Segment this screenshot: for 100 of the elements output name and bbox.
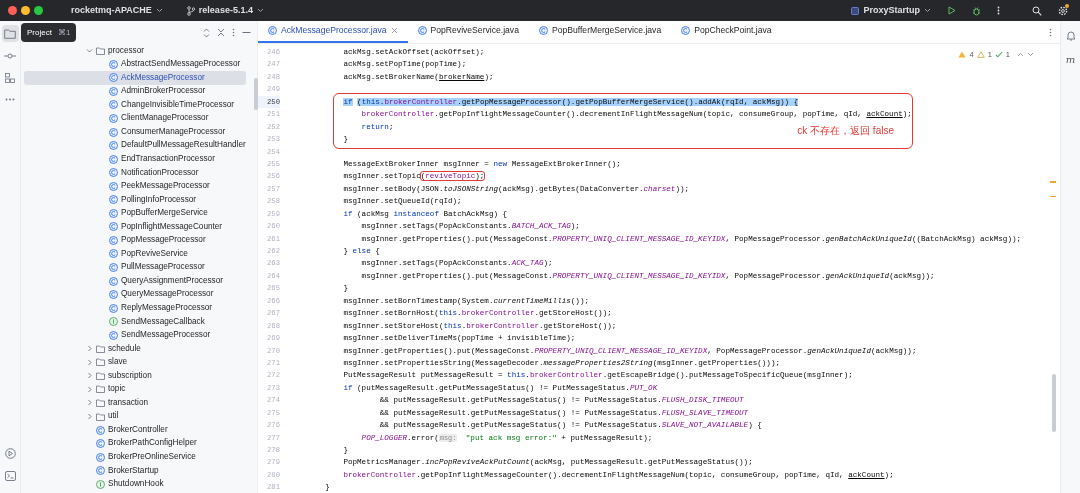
class-icon [268,26,277,35]
tree-item[interactable]: ReplyMessageProcessor [24,301,246,315]
class-icon [109,195,118,205]
branch-selector[interactable]: release-5.1.4 [182,1,268,20]
folder-icon [96,46,105,55]
class-icon [109,73,118,83]
tree-item[interactable]: BrokerPathConfigHelper [24,436,246,451]
class-icon [109,263,118,272]
chevron-down-icon [256,8,264,13]
collapse-all-icon[interactable] [217,28,225,37]
class-icon [96,452,105,462]
tree-item[interactable]: subscription [24,369,246,383]
tree-item[interactable]: SendMessageProcessor [24,328,246,343]
class-icon [109,141,118,151]
class-icon [681,26,691,35]
notification-dot [1065,3,1069,8]
class-icon [109,235,118,245]
class-icon [109,154,118,164]
tree-item[interactable]: QueryMessageProcessor [24,287,246,302]
tree-item[interactable]: PopInflightMessageCounter [24,220,246,234]
tree-item[interactable]: processor [24,44,246,58]
warning-marker[interactable] [1050,181,1056,183]
tree-item[interactable]: EndTransactionProcessor [24,152,246,166]
more-icon [5,98,15,101]
tool-window-button[interactable] [1,25,19,42]
search-icon [1032,5,1042,16]
tree-item[interactable]: PollingInfoProcessor [24,193,246,207]
editor-tab[interactable]: PopCheckPoint.java [671,20,782,43]
tooltip-label: Project [27,26,52,39]
chevron-right-icon[interactable] [86,358,93,366]
settings-icon [1058,5,1068,16]
class-icon [109,208,118,218]
class-icon [96,466,105,476]
class-icon [109,114,118,123]
class-icon [96,425,105,435]
window-icon [851,6,860,15]
class-icon [96,439,105,449]
class-icon [109,276,118,286]
chevron-down-icon[interactable] [1027,52,1034,58]
plugin-button[interactable]: m [1062,51,1079,68]
close-button[interactable] [8,6,17,15]
tree-item[interactable]: ClientManageProcessor [24,111,246,126]
structure-icon [5,72,15,83]
tree-item[interactable]: slave [24,355,246,370]
editor-tab[interactable]: PopReviveService.java [407,20,529,43]
tree-item[interactable]: topic [24,382,246,397]
editor-tab[interactable]: PopBufferMergeService.java [528,20,672,43]
tree-item[interactable]: PeekMessageProcessor [24,179,246,193]
tree-item[interactable]: BrokerPreOnlineService [24,450,246,464]
annotation-note: ck 不存在，返回 false [797,124,894,138]
weak-warning-icon [976,51,985,59]
tree-item[interactable]: QueryAssignmentProcessor [24,274,246,288]
bug-icon [972,5,981,16]
zoom-button[interactable] [34,6,43,15]
project-selector[interactable]: rocketmq-APACHE [67,1,167,20]
tree-item[interactable]: ShutdownHook [24,477,246,492]
tree-item[interactable]: schedule [24,342,246,356]
minimize-button[interactable] [21,6,30,15]
class-icon [109,290,118,300]
tree-item[interactable]: BrokerStartup [24,463,246,478]
scrollbar-thumb[interactable] [253,78,258,110]
tree-item[interactable]: DefaultPullMessageResultHandler [24,138,246,153]
tree-item[interactable]: AckMessageProcessor [24,71,246,85]
minimize-icon[interactable] [242,31,251,34]
tree-item[interactable]: PopBufferMergeService [24,206,246,221]
tree-item[interactable]: NotificationProcessor [24,165,246,180]
tree-item[interactable]: util [24,409,246,424]
tree-item[interactable]: ChangeInvisibleTimeProcessor [24,98,246,112]
chevron-up-icon[interactable] [1017,52,1024,58]
warning-icon [958,51,967,59]
chevron-down-icon[interactable] [86,47,93,55]
terminal-icon [4,470,16,481]
tree-item[interactable]: AdminBrokerProcessor [24,84,246,99]
expand-collapse-icon[interactable] [203,27,210,38]
chevron-right-icon[interactable] [86,372,93,380]
tree-item[interactable]: BrokerController [24,423,246,437]
commit-icon [4,52,16,59]
class-icon [109,59,118,69]
editor-tab[interactable]: AckMessageProcessor.java [258,20,408,43]
scrollbar-thumb[interactable] [1052,374,1056,432]
more-icon [997,6,1000,15]
run-config-selector[interactable]: ProxyStartup [847,1,935,20]
class-icon [109,181,118,191]
tree-item[interactable]: PullMessageProcessor [24,260,246,275]
chevron-right-icon[interactable] [86,385,93,393]
interface-icon [96,479,105,489]
class-icon [109,222,118,232]
tree-item[interactable]: ConsumerManageProcessor [24,125,246,139]
chevron-right-icon[interactable] [86,399,93,407]
tree-item[interactable]: transaction [24,396,246,410]
class-icon [109,249,118,259]
tree-item[interactable]: PopMessageProcessor [24,233,246,248]
run-icon [4,448,16,459]
chevron-right-icon[interactable] [86,345,93,353]
chevron-right-icon[interactable] [86,413,93,421]
close-icon[interactable] [390,27,398,34]
tree-item[interactable]: PopReviveService [24,247,246,261]
warning-marker[interactable] [1050,195,1056,197]
tree-item[interactable]: SendMessageCallback [24,314,246,329]
tree-item[interactable]: AbstractSendMessageProcessor [24,57,246,72]
